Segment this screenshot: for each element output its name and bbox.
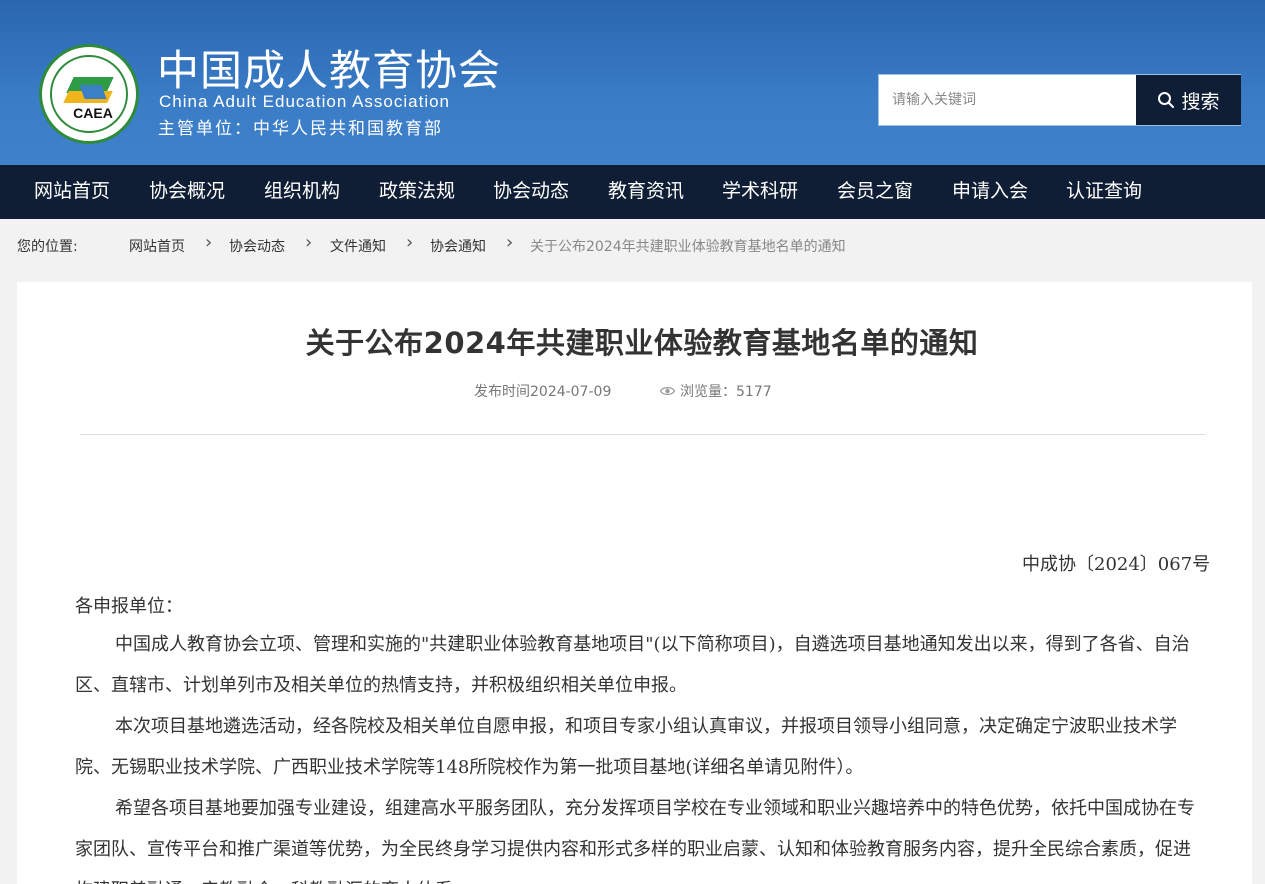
search-button-label: 搜索 <box>1181 90 1220 113</box>
logo-blue-shape <box>79 85 107 99</box>
breadcrumb: 您的位置: 网站首页 › 协会动态 › 文件通知 › 协会通知 › 关于公布20… <box>0 219 1265 271</box>
logo-text: CAEA <box>73 105 113 121</box>
chevron-right-icon: › <box>305 232 313 253</box>
publish-time: 发布时间2024-07-09 <box>474 384 612 400</box>
nav-item-join[interactable]: 申请入会 <box>952 165 1028 219</box>
title-divider <box>80 434 1205 435</box>
chevron-right-icon: › <box>205 232 213 253</box>
breadcrumb-home[interactable]: 网站首页 <box>129 236 185 256</box>
nav-item-about[interactable]: 协会概况 <box>149 165 225 219</box>
view-count-text: 浏览量：5177 <box>680 384 772 400</box>
nav-item-organization[interactable]: 组织机构 <box>264 165 340 219</box>
site-header: CAEA 中国成人教育协会 China Adult Education Asso… <box>0 0 1265 165</box>
nav-item-research[interactable]: 学术科研 <box>722 165 798 219</box>
nav-item-certification[interactable]: 认证查询 <box>1066 165 1142 219</box>
search-input[interactable] <box>879 75 1136 125</box>
logo-emblem: CAEA <box>50 55 128 133</box>
site-authority: 主管单位：中华人民共和国教育部 <box>158 119 443 139</box>
main-nav: 网站首页 协会概况 组织机构 政策法规 协会动态 教育资讯 学术科研 会员之窗 … <box>0 165 1265 219</box>
nav-item-policy[interactable]: 政策法规 <box>379 165 455 219</box>
paragraph-1: 中国成人教育协会立项、管理和实施的"共建职业体验教育基地项目"(以下简称项目)，… <box>75 634 1190 696</box>
breadcrumb-label: 您的位置: <box>17 239 78 255</box>
search-box: 搜索 <box>878 74 1241 126</box>
association-logo[interactable]: CAEA <box>39 44 139 144</box>
search-button[interactable]: 搜索 <box>1136 75 1241 125</box>
nav-item-home[interactable]: 网站首页 <box>34 165 110 219</box>
chevron-right-icon: › <box>506 232 514 253</box>
paragraph-3: 希望各项目基地要加强专业建设，组建高水平服务团队，充分发挥项目学校在专业领域和职… <box>75 798 1195 884</box>
paragraph-2: 本次项目基地遴选活动，经各院校及相关单位自愿申报，和项目专家小组认真审议，并报项… <box>75 716 1177 778</box>
nav-item-education[interactable]: 教育资讯 <box>608 165 684 219</box>
greeting: 各申报单位： <box>75 596 183 617</box>
site-subtitle: China Adult Education Association <box>159 92 451 111</box>
breadcrumb-association-notices[interactable]: 协会通知 <box>430 236 486 256</box>
nav-item-members[interactable]: 会员之窗 <box>837 165 913 219</box>
breadcrumb-file-notices[interactable]: 文件通知 <box>330 236 386 256</box>
chevron-right-icon: › <box>406 232 414 253</box>
article: 关于公布2024年共建职业体验教育基地名单的通知 发布时间2024-07-09 … <box>17 282 1252 884</box>
breadcrumb-association-news[interactable]: 协会动态 <box>229 236 285 256</box>
document-number: 中成协〔2024〕067号 <box>1022 554 1211 575</box>
nav-item-news[interactable]: 协会动态 <box>493 165 569 219</box>
breadcrumb-current: 关于公布2024年共建职业体验教育基地名单的通知 <box>530 239 846 255</box>
eye-icon <box>660 387 675 395</box>
view-count: 浏览量：5177 <box>660 381 772 401</box>
search-icon <box>1158 92 1175 108</box>
site-title: 中国成人教育协会 <box>157 46 502 95</box>
article-title: 关于公布2024年共建职业体验教育基地名单的通知 <box>305 326 979 360</box>
